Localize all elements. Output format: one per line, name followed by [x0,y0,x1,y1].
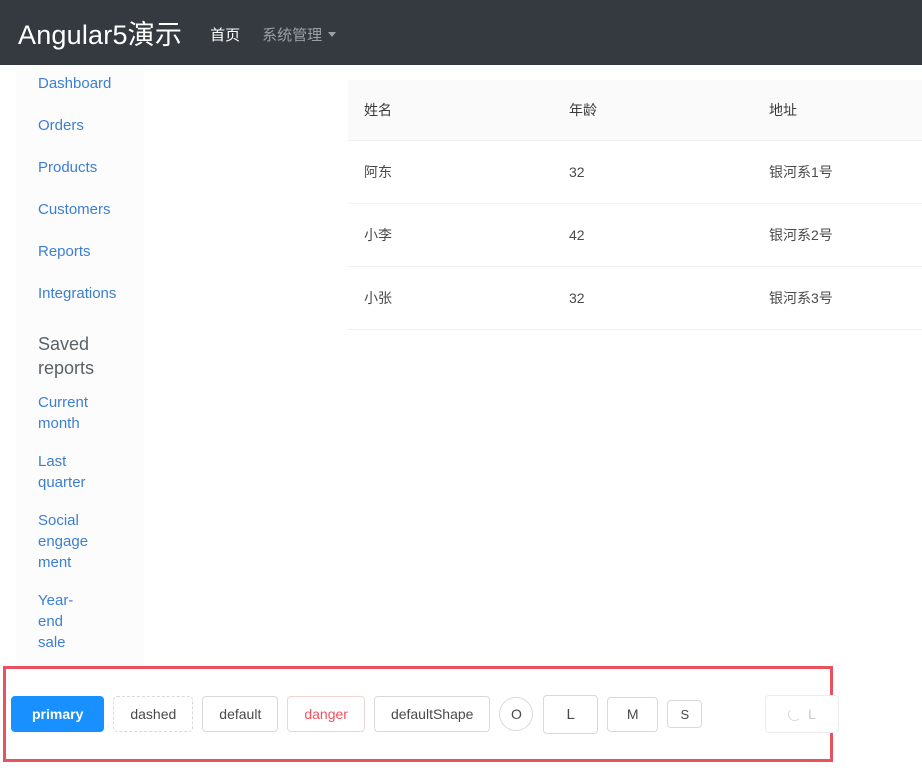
table-row[interactable]: 阿东 32 银河系1号 [348,140,922,204]
cell-age: 42 [553,203,753,267]
table-header: 姓名 年龄 地址 [348,80,922,141]
cell-address: 银河系1号 [753,140,922,204]
sidebar-item-integrations[interactable]: Integrations [16,283,144,304]
column-header-address[interactable]: 地址 [753,80,922,141]
data-table-container: 姓名 年龄 地址 阿东 32 银河系1号 小李 42 银河系2号 小张 32 银… [348,80,922,330]
cell-address: 银河系2号 [753,203,922,267]
nav-link-system-management-label: 系统管理 [262,27,323,44]
sidebar-item-year-end-sale[interactable]: Year-end sale [16,590,90,653]
sidebar-item-reports[interactable]: Reports [16,241,144,262]
button-showcase-highlight-box: primary dashed default danger defaultSha… [3,666,839,762]
circle-shape-button[interactable]: O [499,697,534,731]
dashed-button[interactable]: dashed [113,696,194,732]
sidebar-item-customers[interactable]: Customers [16,199,144,220]
table-body: 阿东 32 银河系1号 小李 42 银河系2号 小张 32 银河系3号 [348,140,922,330]
app-brand-title[interactable]: Angular5演示 [18,13,182,52]
size-large-button[interactable]: L [543,694,598,734]
sidebar-item-products[interactable]: Products [16,157,144,178]
sidebar-item-last-quarter[interactable]: Last quarter [16,451,90,493]
size-medium-button[interactable]: M [606,696,659,732]
sidebar-item-current-month[interactable]: Current month [16,392,90,434]
cell-age: 32 [553,140,753,204]
data-table: 姓名 年龄 地址 阿东 32 银河系1号 小李 42 银河系2号 小张 32 银… [348,80,922,330]
top-navbar: Angular5演示 首页 系统管理 [0,0,922,65]
column-header-name[interactable]: 姓名 [348,80,553,141]
navbar-links: 首页 系统管理 [210,20,358,45]
loading-button[interactable]: L [765,695,839,733]
cell-name: 阿东 [348,140,553,204]
sidebar: Dashboard Orders Products Customers Repo… [16,65,144,665]
nav-link-home[interactable]: 首页 [210,24,240,45]
button-row: primary dashed default danger defaultSha… [6,694,848,734]
danger-button[interactable]: danger [287,696,365,732]
size-small-button[interactable]: S [667,700,703,728]
primary-button[interactable]: primary [11,696,105,732]
loading-spinner-icon [788,707,802,721]
cell-age: 32 [553,266,753,330]
loading-button-label: L [808,706,816,722]
nav-link-system-management[interactable]: 系统管理 [262,24,337,45]
table-header-row: 姓名 年龄 地址 [348,80,922,141]
table-row[interactable]: 小张 32 银河系3号 [348,266,922,330]
cell-name: 小李 [348,203,553,267]
cell-address: 银河系3号 [753,266,922,330]
column-header-age[interactable]: 年龄 [553,80,753,141]
default-button[interactable]: default [202,696,279,732]
sidebar-item-orders[interactable]: Orders [16,115,144,136]
table-row[interactable]: 小李 42 银河系2号 [348,203,922,267]
chevron-down-icon [328,32,337,37]
cell-name: 小张 [348,266,553,330]
sidebar-section-heading-saved-reports: Saved reports [38,334,95,378]
sidebar-item-dashboard[interactable]: Dashboard [16,73,144,94]
default-shape-button[interactable]: defaultShape [373,696,491,732]
sidebar-item-social-engagement[interactable]: Social engagement [16,510,90,573]
